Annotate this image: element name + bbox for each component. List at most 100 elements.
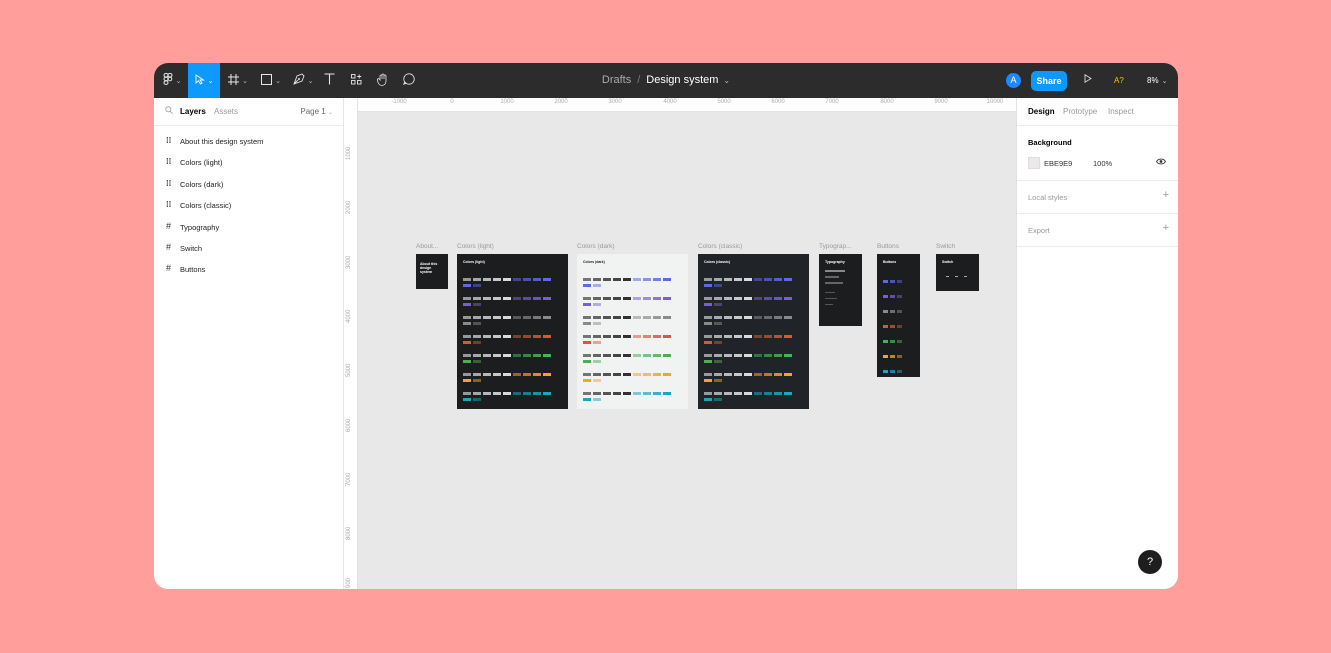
help-button[interactable]: ? <box>1138 550 1162 574</box>
share-button[interactable]: Share <box>1031 71 1067 91</box>
color-swatch <box>734 316 742 319</box>
button-sample <box>897 295 902 298</box>
color-swatch <box>593 392 601 395</box>
color-swatch <box>613 297 621 300</box>
layer-item[interactable]: ⁞⁞ About this design system <box>154 130 343 151</box>
frame-label-colors-light[interactable]: Colors (light) <box>457 243 494 250</box>
switch-sample <box>964 276 967 277</box>
color-swatch <box>583 297 591 300</box>
frame-label-typography[interactable]: Typograp... <box>819 243 852 250</box>
layer-item[interactable]: # Typography <box>154 216 343 237</box>
color-swatch <box>533 335 541 338</box>
hand-tool-button[interactable] <box>374 63 392 98</box>
color-swatch <box>483 354 491 357</box>
layer-item[interactable]: ⁞⁞ Colors (dark) <box>154 173 343 194</box>
background-hex-input[interactable]: EBE9E9 <box>1044 159 1072 168</box>
color-swatch <box>714 373 722 376</box>
frame-icon: # <box>166 220 172 231</box>
swatch-row <box>583 293 603 306</box>
color-swatch <box>473 335 481 338</box>
color-swatch <box>583 278 591 281</box>
export-section: Export + <box>1017 214 1178 247</box>
button-sample-row <box>883 345 904 358</box>
background-opacity-input[interactable]: 100% <box>1093 159 1112 168</box>
swatch-row <box>463 312 483 325</box>
resources-button[interactable] <box>346 63 366 98</box>
text-tool-button[interactable] <box>320 63 338 98</box>
frame-label-buttons[interactable]: Buttons <box>877 243 899 250</box>
color-swatch <box>483 373 491 376</box>
avatar[interactable]: A <box>1006 73 1021 88</box>
pen-tool-button[interactable]: ⌄ <box>289 63 317 98</box>
present-button[interactable] <box>1084 63 1092 98</box>
move-tool-button[interactable]: ⌄ <box>188 63 220 98</box>
color-swatch <box>663 392 671 395</box>
color-swatch <box>473 278 481 281</box>
color-swatch <box>503 316 511 319</box>
tab-assets[interactable]: Assets <box>214 107 238 116</box>
tab-prototype[interactable]: Prototype <box>1063 107 1097 116</box>
plus-icon[interactable]: + <box>1163 222 1169 234</box>
plus-icon[interactable]: + <box>1163 189 1169 201</box>
swatch-row <box>704 274 724 287</box>
background-color-swatch[interactable] <box>1028 157 1040 169</box>
shape-tool-button[interactable]: ⌄ <box>257 63 285 98</box>
frame-label-switch[interactable]: Switch <box>936 243 955 250</box>
eye-icon[interactable] <box>1155 157 1167 167</box>
swatch-row <box>704 293 724 306</box>
tab-layers[interactable]: Layers <box>180 107 206 116</box>
color-swatch <box>543 335 551 338</box>
frame-label-colors-classic[interactable]: Colors (classic) <box>698 243 742 250</box>
search-icon[interactable] <box>165 106 173 116</box>
comment-tool-button[interactable] <box>400 63 418 98</box>
color-swatch <box>724 354 732 357</box>
button-sample <box>890 355 895 358</box>
layer-item[interactable]: # Switch <box>154 237 343 258</box>
canvas[interactable]: -1000 0 1000 2000 3000 4000 5000 6000 70… <box>344 98 1016 589</box>
chevron-down-icon[interactable]: ⌄ <box>723 76 730 85</box>
frame-label-colors-dark[interactable]: Colors (dark) <box>577 243 615 250</box>
frame-buttons[interactable]: Buttons <box>877 254 920 377</box>
cursor-icon <box>195 73 205 88</box>
page-selector[interactable]: Page 1 ⌄ <box>300 107 333 116</box>
color-swatch <box>643 297 651 300</box>
frame-typography[interactable]: Typography <box>819 254 862 326</box>
frame-switch[interactable]: Switch <box>936 254 979 291</box>
frame-label-about[interactable]: About... <box>416 243 438 250</box>
layer-item[interactable]: ⁞⁞ Colors (classic) <box>154 194 343 215</box>
frame-colors-dark[interactable]: Colors (dark) <box>577 254 688 409</box>
color-swatch <box>653 278 661 281</box>
zoom-dropdown[interactable]: 8% ⌄ <box>1147 63 1167 98</box>
color-swatch <box>603 316 611 319</box>
button-sample <box>897 370 902 373</box>
main-menu-button[interactable]: ⌄ <box>158 63 186 98</box>
color-swatch <box>633 297 641 300</box>
ruler-label: 8000 <box>880 99 894 105</box>
frame-about[interactable]: About this design system <box>416 254 448 289</box>
layer-item[interactable]: ⁞⁞ Colors (light) <box>154 151 343 172</box>
color-swatch <box>784 335 792 338</box>
breadcrumb-folder[interactable]: Drafts <box>602 74 631 86</box>
file-name[interactable]: Design system <box>646 74 718 86</box>
color-swatch <box>543 316 551 319</box>
color-swatch <box>503 373 511 376</box>
tab-design[interactable]: Design <box>1028 107 1055 116</box>
local-styles-section: Local styles + <box>1017 181 1178 214</box>
color-swatch <box>593 398 601 401</box>
color-swatch <box>593 278 601 281</box>
color-swatch <box>593 373 601 376</box>
frame-colors-light[interactable]: Colors (light) <box>457 254 568 409</box>
color-swatch <box>714 392 722 395</box>
layer-item[interactable]: # Buttons <box>154 258 343 279</box>
frame-colors-classic[interactable]: Colors (classic) <box>698 254 809 409</box>
swatch-row <box>463 388 483 401</box>
color-swatch <box>583 335 591 338</box>
ruler-label: 1000 <box>346 146 352 160</box>
tab-inspect[interactable]: Inspect <box>1108 107 1134 116</box>
frame-title: Colors (dark) <box>583 260 605 264</box>
ruler-label: 0 <box>450 99 454 105</box>
color-swatch <box>744 354 752 357</box>
accessibility-check-button[interactable]: A? <box>1114 63 1124 98</box>
frame-tool-button[interactable]: ⌄ <box>224 63 252 98</box>
color-swatch <box>633 335 641 338</box>
